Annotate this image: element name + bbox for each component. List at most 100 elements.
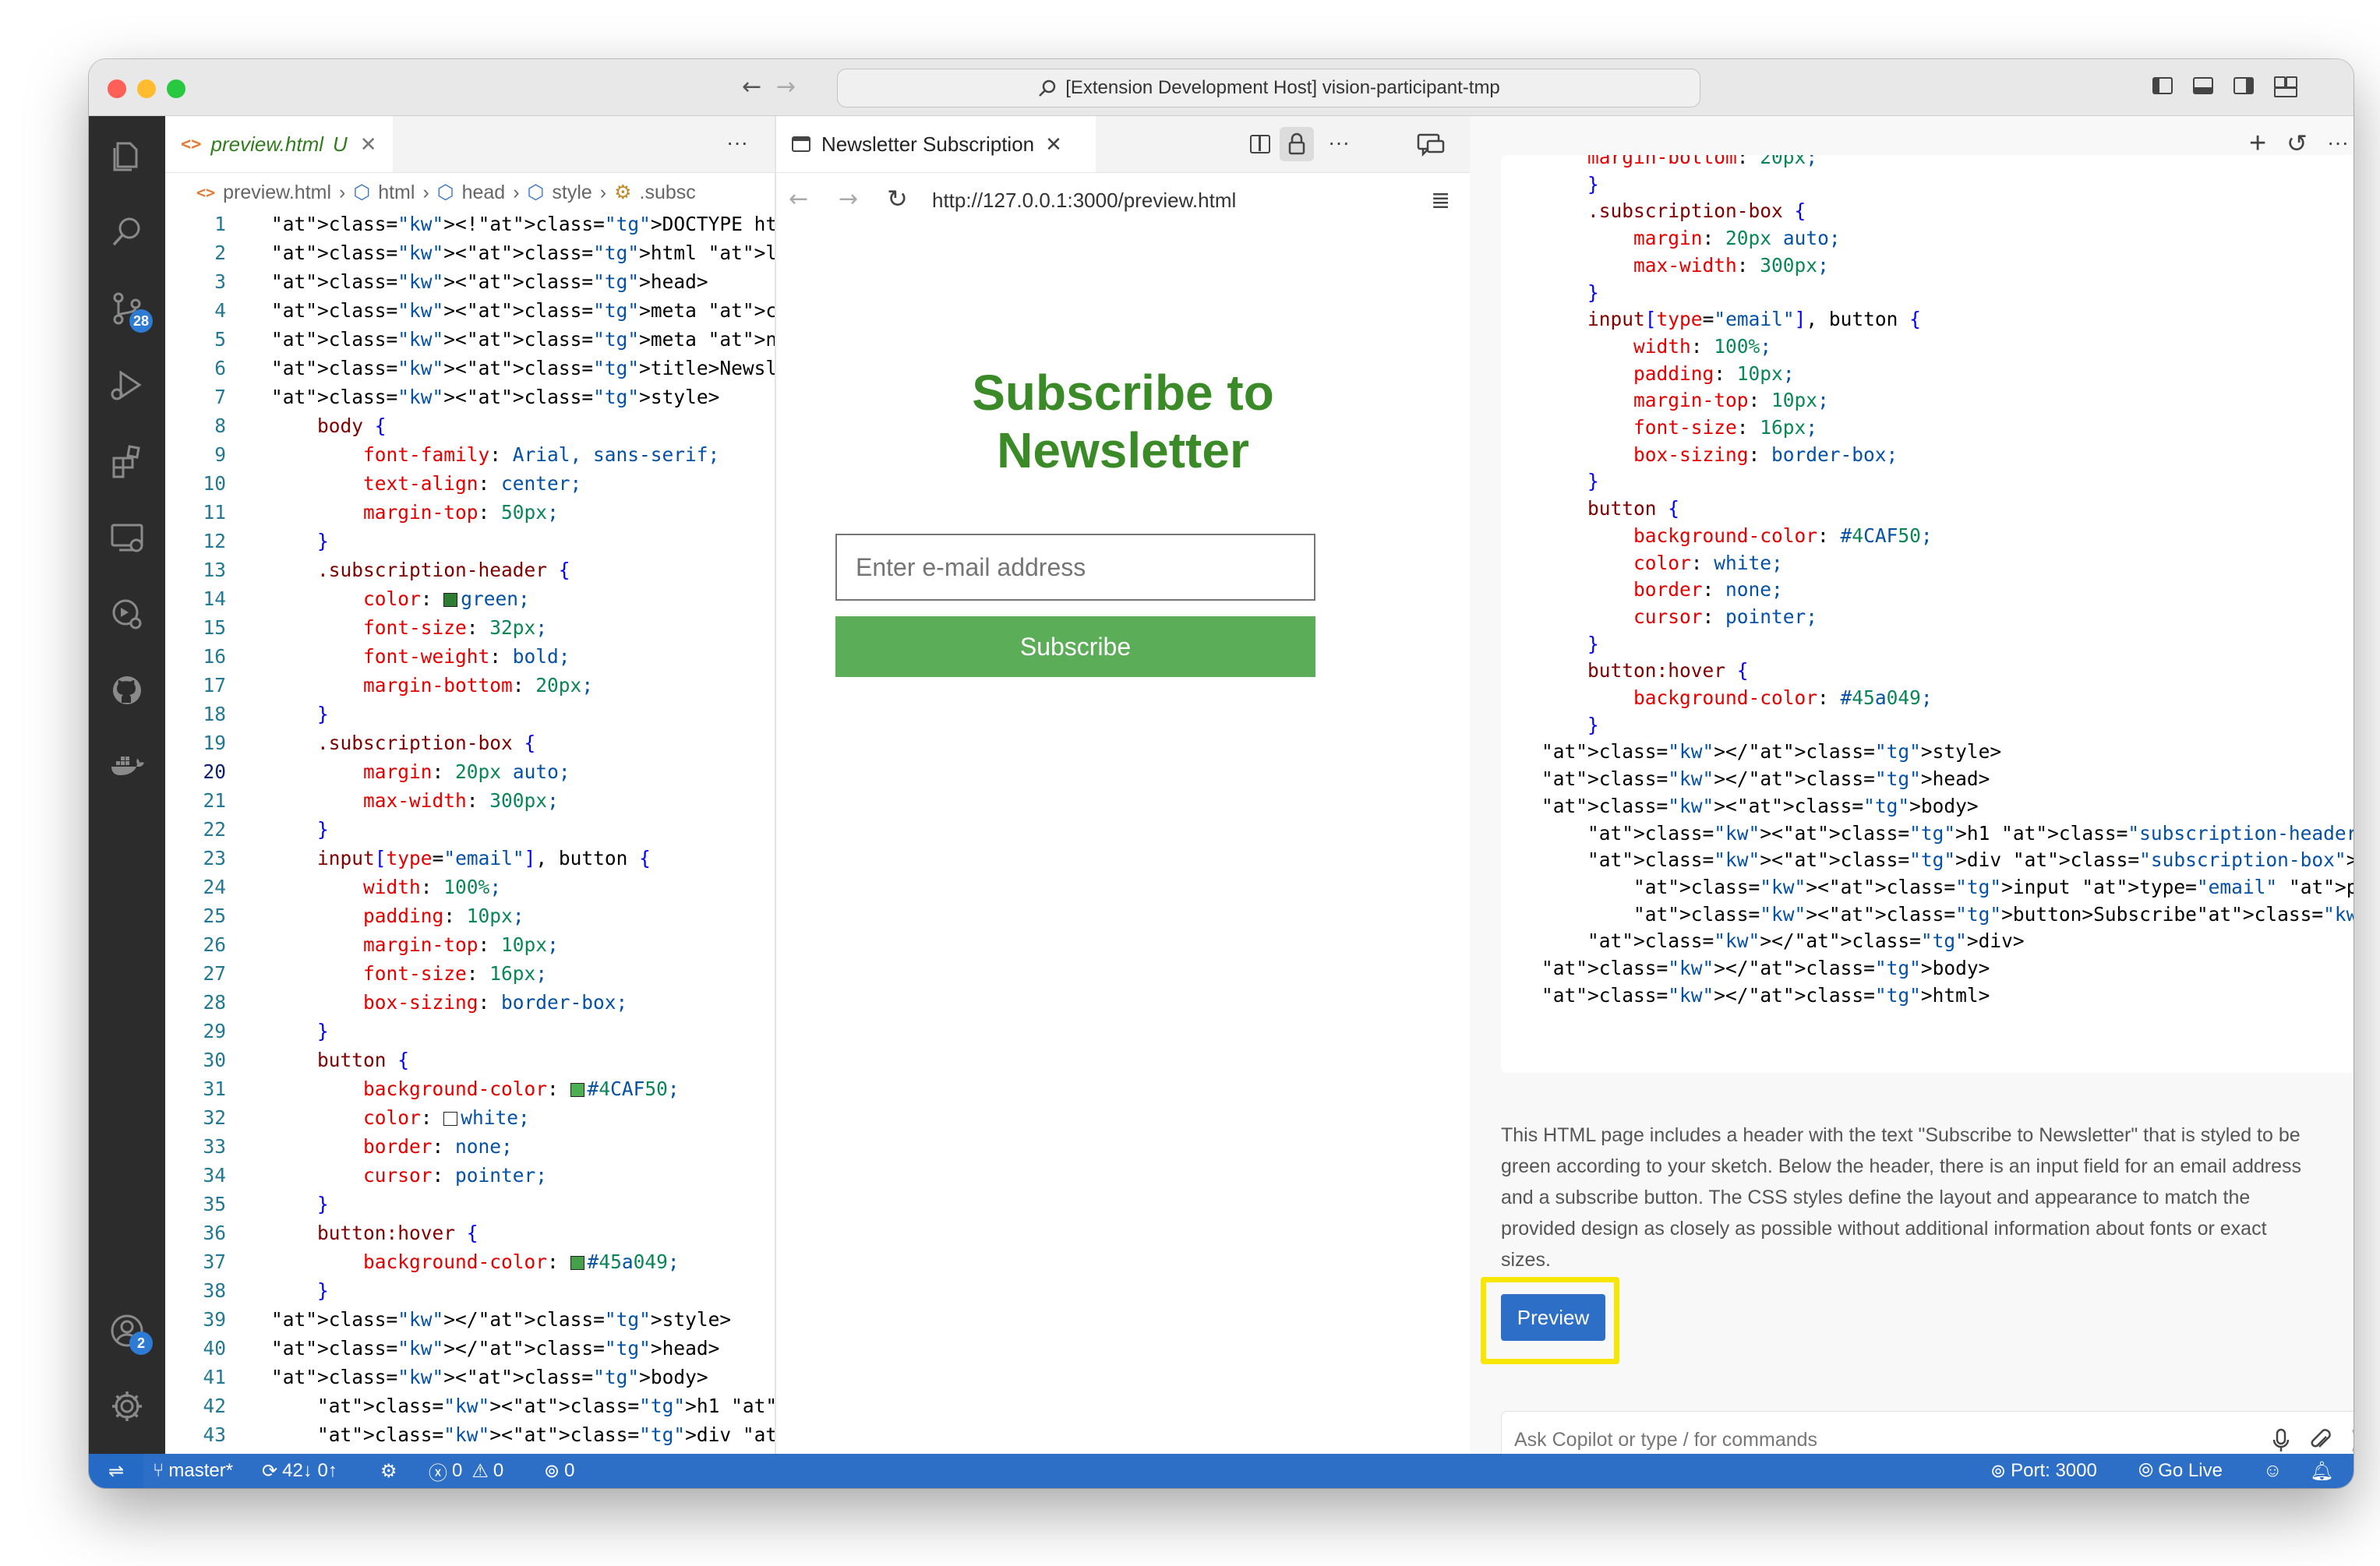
breadcrumb-item[interactable]: style	[552, 182, 591, 204]
code-line[interactable]: 24 width: 100%;	[165, 873, 775, 901]
settings-gear-icon[interactable]	[104, 1384, 150, 1429]
code-line[interactable]: 28 box-sizing: border-box;	[165, 988, 775, 1017]
forward-arrow-icon[interactable]: →	[776, 73, 796, 101]
code-line[interactable]: 2 "at">class="kw"><"at">class="tg">html "…	[165, 238, 775, 267]
customize-layout-icon[interactable]	[2274, 76, 2297, 97]
code-line[interactable]: 41 "at">class="kw"><"at">class="tg">body>	[165, 1363, 775, 1391]
send-icon[interactable]	[2351, 1429, 2354, 1452]
code-line[interactable]: 26 margin-top: 10px;	[165, 930, 775, 959]
email-input[interactable]: Enter e-mail address	[835, 534, 1315, 601]
code-line[interactable]: 18 }	[165, 700, 775, 728]
code-line[interactable]: 15 font-size: 32px;	[165, 613, 775, 642]
remote-explorer-icon[interactable]	[104, 515, 150, 560]
tab-preview-html[interactable]: <> preview.html U ✕	[165, 116, 393, 172]
code-line[interactable]: 27 font-size: 16px;	[165, 959, 775, 988]
accounts-icon[interactable]: 2	[104, 1308, 153, 1355]
copilot-icon[interactable]: ☺	[2263, 1454, 2283, 1488]
docker-icon[interactable]	[104, 744, 150, 789]
code-line[interactable]: 39 "at">class="kw"></"at">class="tg">styl…	[165, 1305, 775, 1334]
url-field[interactable]: http://127.0.0.1:3000/preview.html	[932, 189, 1236, 213]
code-line[interactable]: 4 "at">class="kw"><"at">class="tg">meta "…	[165, 296, 775, 325]
code-line[interactable]: 32 color: white;	[165, 1103, 775, 1132]
code-line[interactable]: 21 max-width: 300px;	[165, 786, 775, 815]
sync-indicator[interactable]: ⟳ 42↓ 0↑	[262, 1454, 337, 1488]
lock-icon[interactable]	[1280, 127, 1314, 161]
toggle-secondary-sidebar-icon[interactable]	[2233, 77, 2254, 94]
code-line[interactable]: 34 cursor: pointer;	[165, 1161, 775, 1190]
code-line[interactable]: 42 "at">class="kw"><"at">class="tg">h1 "…	[165, 1391, 775, 1420]
chat-more-actions-icon[interactable]: ···	[2327, 130, 2349, 155]
minimize-window-button[interactable]	[137, 79, 156, 98]
close-icon[interactable]: ✕	[360, 132, 377, 157]
code-line[interactable]: 36 button:hover {	[165, 1219, 775, 1247]
code-line[interactable]: 10 text-align: center;	[165, 469, 775, 498]
code-line[interactable]: 29 }	[165, 1017, 775, 1046]
code-line[interactable]: 16 font-weight: bold;	[165, 642, 775, 671]
code-line[interactable]: 40 "at">class="kw"></"at">class="tg">head…	[165, 1334, 775, 1363]
ports-indicator[interactable]: ⊚ 0	[544, 1454, 574, 1488]
history-icon[interactable]: ↺	[2286, 129, 2308, 158]
forward-arrow-icon[interactable]: →	[839, 185, 858, 213]
code-line[interactable]: 5 "at">class="kw"><"at">class="tg">meta "…	[165, 325, 775, 354]
code-line[interactable]: 25 padding: 10px;	[165, 901, 775, 930]
code-line[interactable]: 19 .subscription-box {	[165, 728, 775, 757]
command-center[interactable]: [Extension Development Host] vision-part…	[837, 69, 1700, 108]
back-arrow-icon[interactable]: ←	[789, 185, 808, 213]
toggle-panel-icon[interactable]	[2193, 77, 2213, 94]
reload-icon[interactable]: ↻	[887, 184, 908, 213]
code-line[interactable]: 33 border: none;	[165, 1132, 775, 1161]
code-line[interactable]: 22 }	[165, 815, 775, 844]
code-line[interactable]: 17 margin-bottom: 20px;	[165, 671, 775, 700]
code-line[interactable]: 6 "at">class="kw"><"at">class="tg">title>…	[165, 354, 775, 383]
remote-indicator[interactable]: ⇌	[89, 1454, 143, 1488]
toggle-sidebar-icon[interactable]	[2152, 77, 2173, 94]
code-line[interactable]: 43 "at">class="kw"><"at">class="tg">div …	[165, 1420, 775, 1449]
split-editor-icon[interactable]	[1250, 135, 1270, 153]
code-line[interactable]: 7 "at">class="kw"><"at">class="tg">style>	[165, 383, 775, 411]
code-line[interactable]: 14 color: green;	[165, 584, 775, 613]
close-icon[interactable]: ✕	[1045, 132, 1062, 157]
preview-button[interactable]: Preview	[1501, 1294, 1605, 1341]
tab-newsletter-subscription[interactable]: Newsletter Subscription ✕	[776, 116, 1096, 172]
testing-icon[interactable]	[104, 591, 150, 637]
menu-icon[interactable]: ≣	[1431, 187, 1450, 214]
run-and-debug-icon[interactable]	[104, 362, 150, 407]
maximize-window-button[interactable]	[167, 79, 185, 98]
breadcrumb-item[interactable]: preview.html	[223, 182, 331, 204]
subscribe-button[interactable]: Subscribe	[835, 616, 1315, 677]
explorer-icon[interactable]	[104, 133, 150, 178]
code-line[interactable]: 12 }	[165, 527, 775, 556]
code-line[interactable]: 11 margin-top: 50px;	[165, 498, 775, 527]
editor-more-actions-icon[interactable]: ···	[726, 130, 748, 155]
code-line[interactable]: 23 input[type="email"], button {	[165, 844, 775, 873]
code-line[interactable]: 13 .subscription-header {	[165, 556, 775, 584]
branch-indicator[interactable]: ⑂ master*	[153, 1454, 233, 1488]
code-line[interactable]: 20 margin: 20px auto;	[165, 757, 775, 786]
breadcrumb-item[interactable]: .subsc	[640, 182, 696, 204]
code-line[interactable]: 1 "at">class="kw"><!"at">class="tg">DOCTY…	[165, 210, 775, 238]
debug-icon[interactable]: ⚙	[380, 1454, 397, 1488]
attach-icon[interactable]	[2309, 1427, 2332, 1454]
source-control-icon[interactable]: 28	[104, 286, 153, 333]
extensions-icon[interactable]	[104, 439, 150, 484]
code-line[interactable]: 9 font-family: Arial, sans-serif;	[165, 440, 775, 469]
code-line[interactable]: 30 button {	[165, 1046, 775, 1074]
code-line[interactable]: 31 background-color: #4CAF50;	[165, 1074, 775, 1103]
browser-more-actions-icon[interactable]: ···	[1328, 130, 1350, 155]
breadcrumb-item[interactable]: head	[462, 182, 506, 204]
code-line[interactable]: 8 body {	[165, 411, 775, 440]
microphone-icon[interactable]	[2270, 1427, 2292, 1454]
notifications-bell-icon[interactable]: 🔔︎	[2310, 1454, 2333, 1488]
search-icon[interactable]	[104, 210, 150, 255]
back-arrow-icon[interactable]: ←	[742, 73, 761, 101]
port-indicator[interactable]: ⊚ Port: 3000	[1990, 1454, 2097, 1488]
code-line[interactable]: 38 }	[165, 1276, 775, 1305]
code-line[interactable]: 3 "at">class="kw"><"at">class="tg">head>	[165, 267, 775, 296]
go-live-button[interactable]: ⦾ Go Live	[2138, 1454, 2223, 1488]
breadcrumb-item[interactable]: html	[378, 182, 415, 204]
problems-indicator[interactable]: ⓧ 0 ⚠ 0	[429, 1454, 503, 1488]
chat-icon[interactable]	[1415, 132, 1446, 160]
github-icon[interactable]	[104, 668, 150, 713]
code-line[interactable]: 37 background-color: #45a049;	[165, 1247, 775, 1276]
code-line[interactable]: 35 }	[165, 1190, 775, 1219]
